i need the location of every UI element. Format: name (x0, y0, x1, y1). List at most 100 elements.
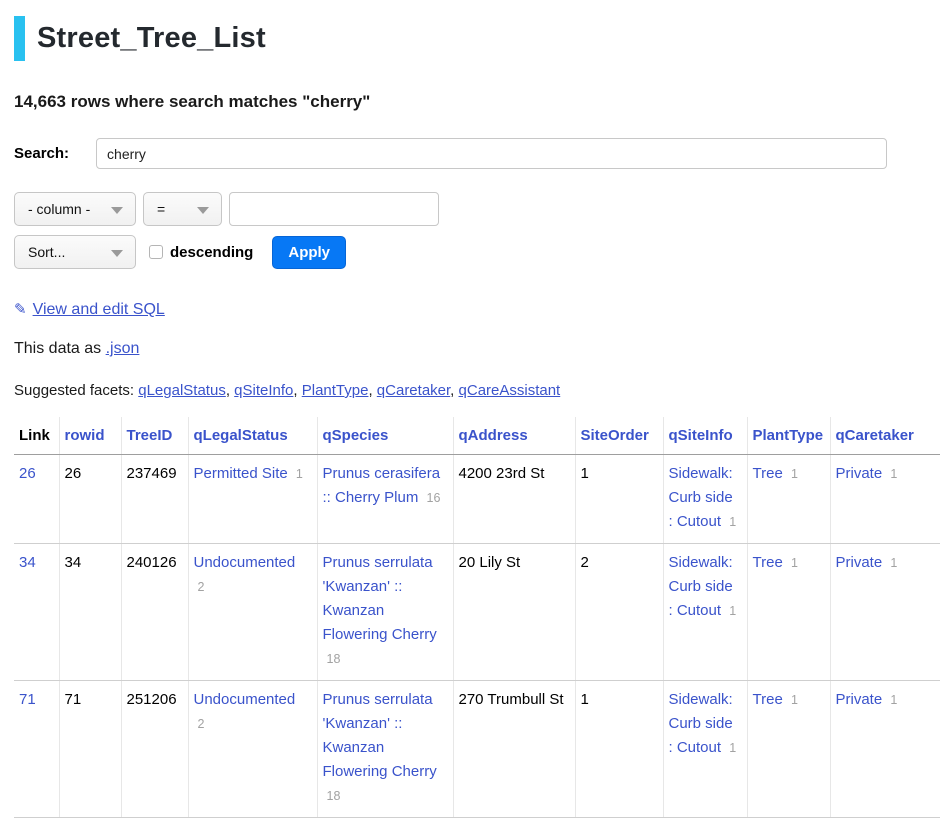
qcaretaker-value-link[interactable]: Private (836, 691, 883, 708)
qcaretaker-value-link[interactable]: Private (836, 465, 883, 482)
pencil-icon: ✎ (14, 301, 27, 318)
json-link[interactable]: .json (106, 340, 140, 357)
apply-button[interactable]: Apply (272, 236, 346, 269)
facet-link-qlegalstatus[interactable]: qLegalStatus (138, 382, 226, 399)
operator-select[interactable]: = (143, 192, 222, 226)
suggested-facets-row: Suggested facets: qLegalStatus, qSiteInf… (14, 382, 940, 399)
column-header-link-qsiteinfo[interactable]: qSiteInfo (669, 427, 733, 444)
qspecies-value-link[interactable]: Prunus serrulata 'Kwanzan' :: Kwanzan Fl… (323, 691, 437, 780)
cell-rowid: 26 (59, 455, 121, 544)
chevron-down-icon (197, 207, 209, 214)
facet-count: 1 (729, 741, 736, 755)
cell-treeid: 237469 (121, 455, 188, 544)
cell-qsiteinfo: Sidewalk: Curb side : Cutout 1 (663, 455, 747, 544)
cell-rowid: 71 (59, 681, 121, 818)
column-header-link: Link (14, 417, 59, 455)
chevron-down-icon (111, 207, 123, 214)
column-header-link-qlegalstatus[interactable]: qLegalStatus (194, 427, 288, 444)
operator-select-value: = (157, 201, 165, 217)
row-link[interactable]: 34 (19, 554, 36, 571)
cell-link: 26 (14, 455, 59, 544)
cell-qlegalstatus: Permitted Site 1 (188, 455, 317, 544)
planttype-value-link[interactable]: Tree (753, 691, 783, 708)
planttype-value-link[interactable]: Tree (753, 554, 783, 571)
qlegalstatus-value-link[interactable]: Permitted Site (194, 465, 288, 482)
column-header-qlegalstatus: qLegalStatus (188, 417, 317, 455)
facet-count: 1 (729, 515, 736, 529)
page: Street_Tree_List 14,663 rows where searc… (0, 0, 940, 818)
column-header-link-planttype[interactable]: PlantType (753, 427, 824, 444)
cell-planttype: Tree 1 (747, 681, 830, 818)
column-select[interactable]: - column - (14, 192, 136, 226)
cell-treeid: 251206 (121, 681, 188, 818)
qspecies-value-link[interactable]: Prunus serrulata 'Kwanzan' :: Kwanzan Fl… (323, 554, 437, 643)
qsiteinfo-value-link[interactable]: Sidewalk: Curb side : Cutout (669, 554, 733, 619)
qsiteinfo-value-link[interactable]: Sidewalk: Curb side : Cutout (669, 691, 733, 756)
page-title: Street_Tree_List (37, 16, 266, 61)
cell-qaddress: 4200 23rd St (453, 455, 575, 544)
cell-siteorder: 2 (575, 544, 663, 681)
filter-value-input[interactable] (229, 192, 439, 226)
cell-planttype: Tree 1 (747, 544, 830, 681)
cell-qsiteinfo: Sidewalk: Curb side : Cutout 1 (663, 544, 747, 681)
qlegalstatus-value-link[interactable]: Undocumented (194, 554, 296, 571)
table-row: 7171251206Undocumented 2Prunus serrulata… (14, 681, 940, 818)
column-header-rowid: rowid (59, 417, 121, 455)
facet-count: 18 (327, 789, 341, 803)
cell-qaddress: 20 Lily St (453, 544, 575, 681)
cell-qspecies: Prunus serrulata 'Kwanzan' :: Kwanzan Fl… (317, 544, 453, 681)
cell-qcaretaker: Private 1 (830, 681, 940, 818)
search-row: Search: (14, 138, 940, 169)
facet-link-planttype[interactable]: PlantType (302, 382, 369, 399)
column-header-qspecies: qSpecies (317, 417, 453, 455)
column-header-link-treeid[interactable]: TreeID (127, 427, 173, 444)
table-row: 3434240126Undocumented 2Prunus serrulata… (14, 544, 940, 681)
data-as-row: This data as .json (14, 340, 940, 358)
facet-link-qsiteinfo[interactable]: qSiteInfo (234, 382, 293, 399)
qlegalstatus-value-link[interactable]: Undocumented (194, 691, 296, 708)
search-label: Search: (14, 145, 69, 162)
cell-siteorder: 1 (575, 681, 663, 818)
cell-qcaretaker: Private 1 (830, 455, 940, 544)
row-count-summary: 14,663 rows where search matches "cherry… (14, 92, 940, 112)
column-header-planttype: PlantType (747, 417, 830, 455)
cell-qspecies: Prunus serrulata 'Kwanzan' :: Kwanzan Fl… (317, 681, 453, 818)
column-header-link-qcaretaker[interactable]: qCaretaker (836, 427, 914, 444)
planttype-value-link[interactable]: Tree (753, 465, 783, 482)
cell-treeid: 240126 (121, 544, 188, 681)
row-link[interactable]: 26 (19, 465, 36, 482)
descending-checkbox[interactable] (149, 245, 163, 259)
cell-qspecies: Prunus cerasifera :: Cherry Plum 16 (317, 455, 453, 544)
view-edit-sql-link[interactable]: View and edit SQL (33, 301, 165, 318)
page-header: Street_Tree_List (14, 16, 940, 61)
column-header-link-qspecies[interactable]: qSpecies (323, 427, 389, 444)
sort-select[interactable]: Sort... (14, 235, 136, 269)
facet-count: 2 (198, 580, 205, 594)
cell-qaddress: 270 Trumbull St (453, 681, 575, 818)
facet-count: 18 (327, 652, 341, 666)
column-header-qaddress: qAddress (453, 417, 575, 455)
column-header-link-siteorder[interactable]: SiteOrder (581, 427, 649, 444)
filter-row: - column - = (14, 192, 940, 226)
data-as-prefix: This data as (14, 340, 106, 357)
search-input[interactable] (96, 138, 887, 169)
facet-link-qcaretaker[interactable]: qCaretaker (377, 382, 450, 399)
column-header-link-qaddress[interactable]: qAddress (459, 427, 528, 444)
table-header-row: Link rowid TreeID qLegalStatus qSpecies qAddr… (14, 417, 940, 455)
column-header-qsiteinfo: qSiteInfo (663, 417, 747, 455)
qspecies-value-link[interactable]: Prunus cerasifera :: Cherry Plum (323, 465, 441, 506)
chevron-down-icon (111, 250, 123, 257)
cell-link: 34 (14, 544, 59, 681)
cell-qlegalstatus: Undocumented 2 (188, 544, 317, 681)
qcaretaker-value-link[interactable]: Private (836, 554, 883, 571)
row-link[interactable]: 71 (19, 691, 36, 708)
cell-qsiteinfo: Sidewalk: Curb side : Cutout 1 (663, 681, 747, 818)
descending-label: descending (170, 244, 253, 261)
facet-count: 16 (427, 491, 441, 505)
column-header-link-rowid[interactable]: rowid (65, 427, 105, 444)
facet-count: 1 (791, 467, 798, 481)
cell-siteorder: 1 (575, 455, 663, 544)
facet-link-qcareassistant[interactable]: qCareAssistant (459, 382, 561, 399)
sort-select-value: Sort... (28, 244, 65, 260)
qsiteinfo-value-link[interactable]: Sidewalk: Curb side : Cutout (669, 465, 733, 530)
